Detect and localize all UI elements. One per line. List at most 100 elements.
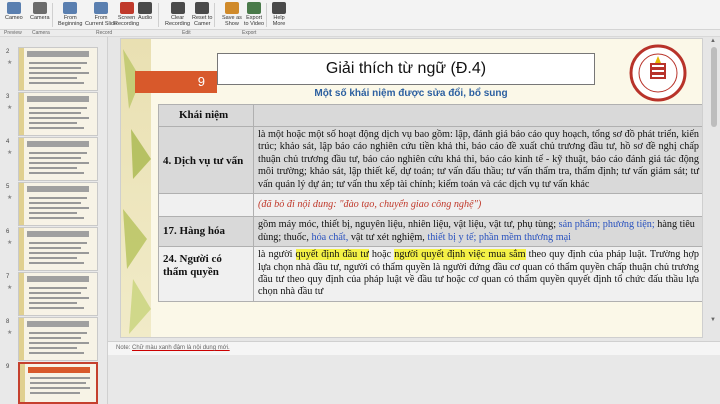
ribbon-button-icon: [170, 2, 185, 14]
slide-thumbnail[interactable]: [18, 92, 98, 136]
table-row: (đã bỏ đi nội dung: "đào tạo, chuyển gia…: [158, 193, 702, 218]
slide-thumbnail[interactable]: [18, 47, 98, 91]
scrollbar-thumb[interactable]: [711, 47, 717, 127]
thumbnail-number: 4: [6, 139, 10, 145]
table-header-blank: [253, 104, 702, 127]
university-logo-icon: [629, 44, 687, 102]
ribbon-button-4[interactable]: Screen Recording: [114, 2, 139, 28]
group-camera-label: Camera: [32, 30, 50, 36]
ribbon-button-6[interactable]: Clear Recording: [165, 2, 190, 28]
ribbon-button-label: Screen Recording: [114, 15, 140, 27]
ribbon-button-icon: [119, 2, 134, 14]
ribbon-button-label: Save as Show: [222, 15, 242, 27]
ribbon-button-8[interactable]: Save as Show: [222, 2, 242, 28]
slide-thumbnail[interactable]: [18, 227, 98, 271]
slide-thumbnail[interactable]: [18, 137, 98, 181]
authority-text-2: hoặc: [368, 249, 395, 261]
group-record-label: Record: [96, 30, 113, 36]
definition-note: (đã bỏ đi nội dung: "đào tạo, chuyển gia…: [253, 193, 702, 218]
vertical-scrollbar[interactable]: ▲ ▼: [708, 37, 720, 341]
authority-highlight-2: người quyết định việc mua sắm: [394, 249, 526, 261]
animation-star-icon: ★: [7, 60, 13, 66]
scroll-down-icon[interactable]: ▼: [710, 317, 716, 323]
definition-consulting: là một hoặc một số hoạt động dịch vụ bao…: [253, 125, 702, 195]
ribbon-button-7[interactable]: Reset to Camer: [192, 2, 212, 28]
notes-pane[interactable]: Note: Chữ màu xanh đậm là nội dung mới.: [108, 341, 720, 355]
group-edit-label: Edit: [182, 30, 191, 36]
thumbnail-number: 8: [6, 319, 10, 325]
ribbon-button-label: From Current Slide: [85, 15, 118, 27]
animation-star-icon: ★: [7, 285, 13, 291]
ribbon-button-label: Cameo: [5, 15, 23, 21]
ribbon-button-label: From Beginning: [58, 15, 83, 27]
thumbnail-number: 5: [6, 184, 10, 190]
window-background: [108, 355, 720, 404]
slide-number-badge: 9: [135, 71, 217, 93]
ribbon-button-5[interactable]: Audio: [138, 2, 152, 28]
goods-new-3: thiết bị y tế; phần mềm thương mại: [427, 231, 571, 243]
removed-content-note: (đã bỏ đi nội dung: "đào tạo, chuyển gia…: [258, 199, 482, 211]
ribbon-button-icon: [138, 2, 153, 14]
table-row: 24. Người có thẩm quyền là người quyết đ…: [158, 246, 702, 302]
ribbon-button-icon: [247, 2, 262, 14]
slide-thumbnail[interactable]: [18, 182, 98, 226]
ribbon: Camera Cameo From Beginning From Current Sl…: [0, 0, 720, 30]
concept-table: Khái niệm 4. Dịch vụ tư vấn là một hoặc …: [158, 104, 702, 302]
table-header-concept: Khái niệm: [158, 104, 254, 127]
notes-text: Chữ màu xanh đậm là nội dung mới.: [132, 345, 230, 351]
slide-title[interactable]: Giải thích từ ngữ (Đ.4): [217, 53, 595, 85]
goods-new-2: hóa chất,: [311, 231, 349, 243]
ribbon-button-icon: [195, 2, 210, 14]
table-row: 17. Hàng hóa gồm máy móc, thiết bị, nguy…: [158, 216, 702, 248]
slide-canvas[interactable]: 9 Giải thích từ ngữ (Đ.4) Một số khái ni…: [120, 38, 703, 338]
ribbon-button-0[interactable]: Camera: [30, 2, 50, 28]
slide-thumbnail-active[interactable]: [18, 362, 98, 404]
ribbon-button-icon: [94, 2, 109, 14]
slide-subtitle[interactable]: Một số khái niệm được sửa đổi, bổ sung: [241, 88, 581, 99]
term-goods: 17. Hàng hóa: [158, 216, 254, 248]
definition-consulting-text: là một hoặc một số hoạt động dịch vụ bao…: [258, 129, 699, 190]
animation-star-icon: ★: [7, 195, 13, 201]
ribbon-button-icon: [6, 2, 21, 14]
table-row: 4. Dịch vụ tư vấn là một hoặc một số hoạ…: [158, 125, 702, 195]
thumbnail-number: 3: [6, 94, 10, 100]
group-export-label: Export: [242, 30, 257, 36]
ribbon-button-9[interactable]: Export to Video: [244, 2, 264, 28]
ribbon-button-3[interactable]: From Current Slide: [85, 2, 117, 28]
ribbon-button-1[interactable]: Cameo: [5, 2, 23, 28]
animation-star-icon: ★: [7, 240, 13, 246]
animation-star-icon: ★: [7, 105, 13, 111]
slide-thumbnail[interactable]: [18, 317, 98, 361]
ribbon-button-icon: [272, 2, 286, 14]
ribbon-separator: [214, 3, 215, 27]
ribbon-button-label: Audio: [138, 15, 153, 21]
thumbnail-number: 2: [6, 49, 10, 55]
ribbon-button-10[interactable]: Help More: [272, 2, 286, 28]
animation-star-icon: ★: [7, 330, 13, 336]
goods-text-3: vật tư xét nghiệm,: [348, 231, 428, 243]
slide-editor: 9 Giải thích từ ngữ (Đ.4) Một số khái ni…: [108, 37, 720, 341]
term-empty: [158, 193, 254, 218]
thumbnail-number: 7: [6, 274, 10, 280]
slide-thumbnail[interactable]: [18, 272, 98, 316]
ribbon-separator: [52, 3, 53, 27]
ribbon-button-2[interactable]: From Beginning: [58, 2, 82, 28]
goods-text-1: gồm máy móc, thiết bị, nguyên liệu, nhiê…: [258, 219, 559, 231]
term-authority: 24. Người có thẩm quyền: [158, 246, 254, 302]
term-consulting: 4. Dịch vụ tư vấn: [158, 125, 254, 195]
notes-prefix: Note:: [116, 345, 133, 351]
definition-goods: gồm máy móc, thiết bị, nguyên liệu, nhiê…: [253, 216, 702, 248]
powerpoint-window: Camera Cameo From Beginning From Current Sl…: [0, 0, 720, 404]
ribbon-button-icon: [63, 2, 78, 14]
slide-thumbnail-pane: 2 ★ 3 ★ 4 ★ 5 ★ 6 ★ 7 ★ 8 ★ 9: [0, 37, 108, 404]
scroll-up-icon[interactable]: ▲: [710, 38, 716, 44]
ribbon-button-label: Reset to Camer: [192, 15, 213, 27]
ribbon-button-icon: [32, 2, 47, 14]
ribbon-button-icon: [224, 2, 239, 14]
authority-highlight-1: quyết định đầu tư: [295, 249, 369, 261]
ribbon-button-label: Export to Video: [244, 15, 265, 27]
animation-star-icon: ★: [7, 150, 13, 156]
goods-new-1: sản phẩm; phương tiện;: [558, 219, 655, 231]
ribbon-button-label: Clear Recording: [165, 15, 191, 27]
ribbon-button-label: Help More: [272, 15, 286, 27]
